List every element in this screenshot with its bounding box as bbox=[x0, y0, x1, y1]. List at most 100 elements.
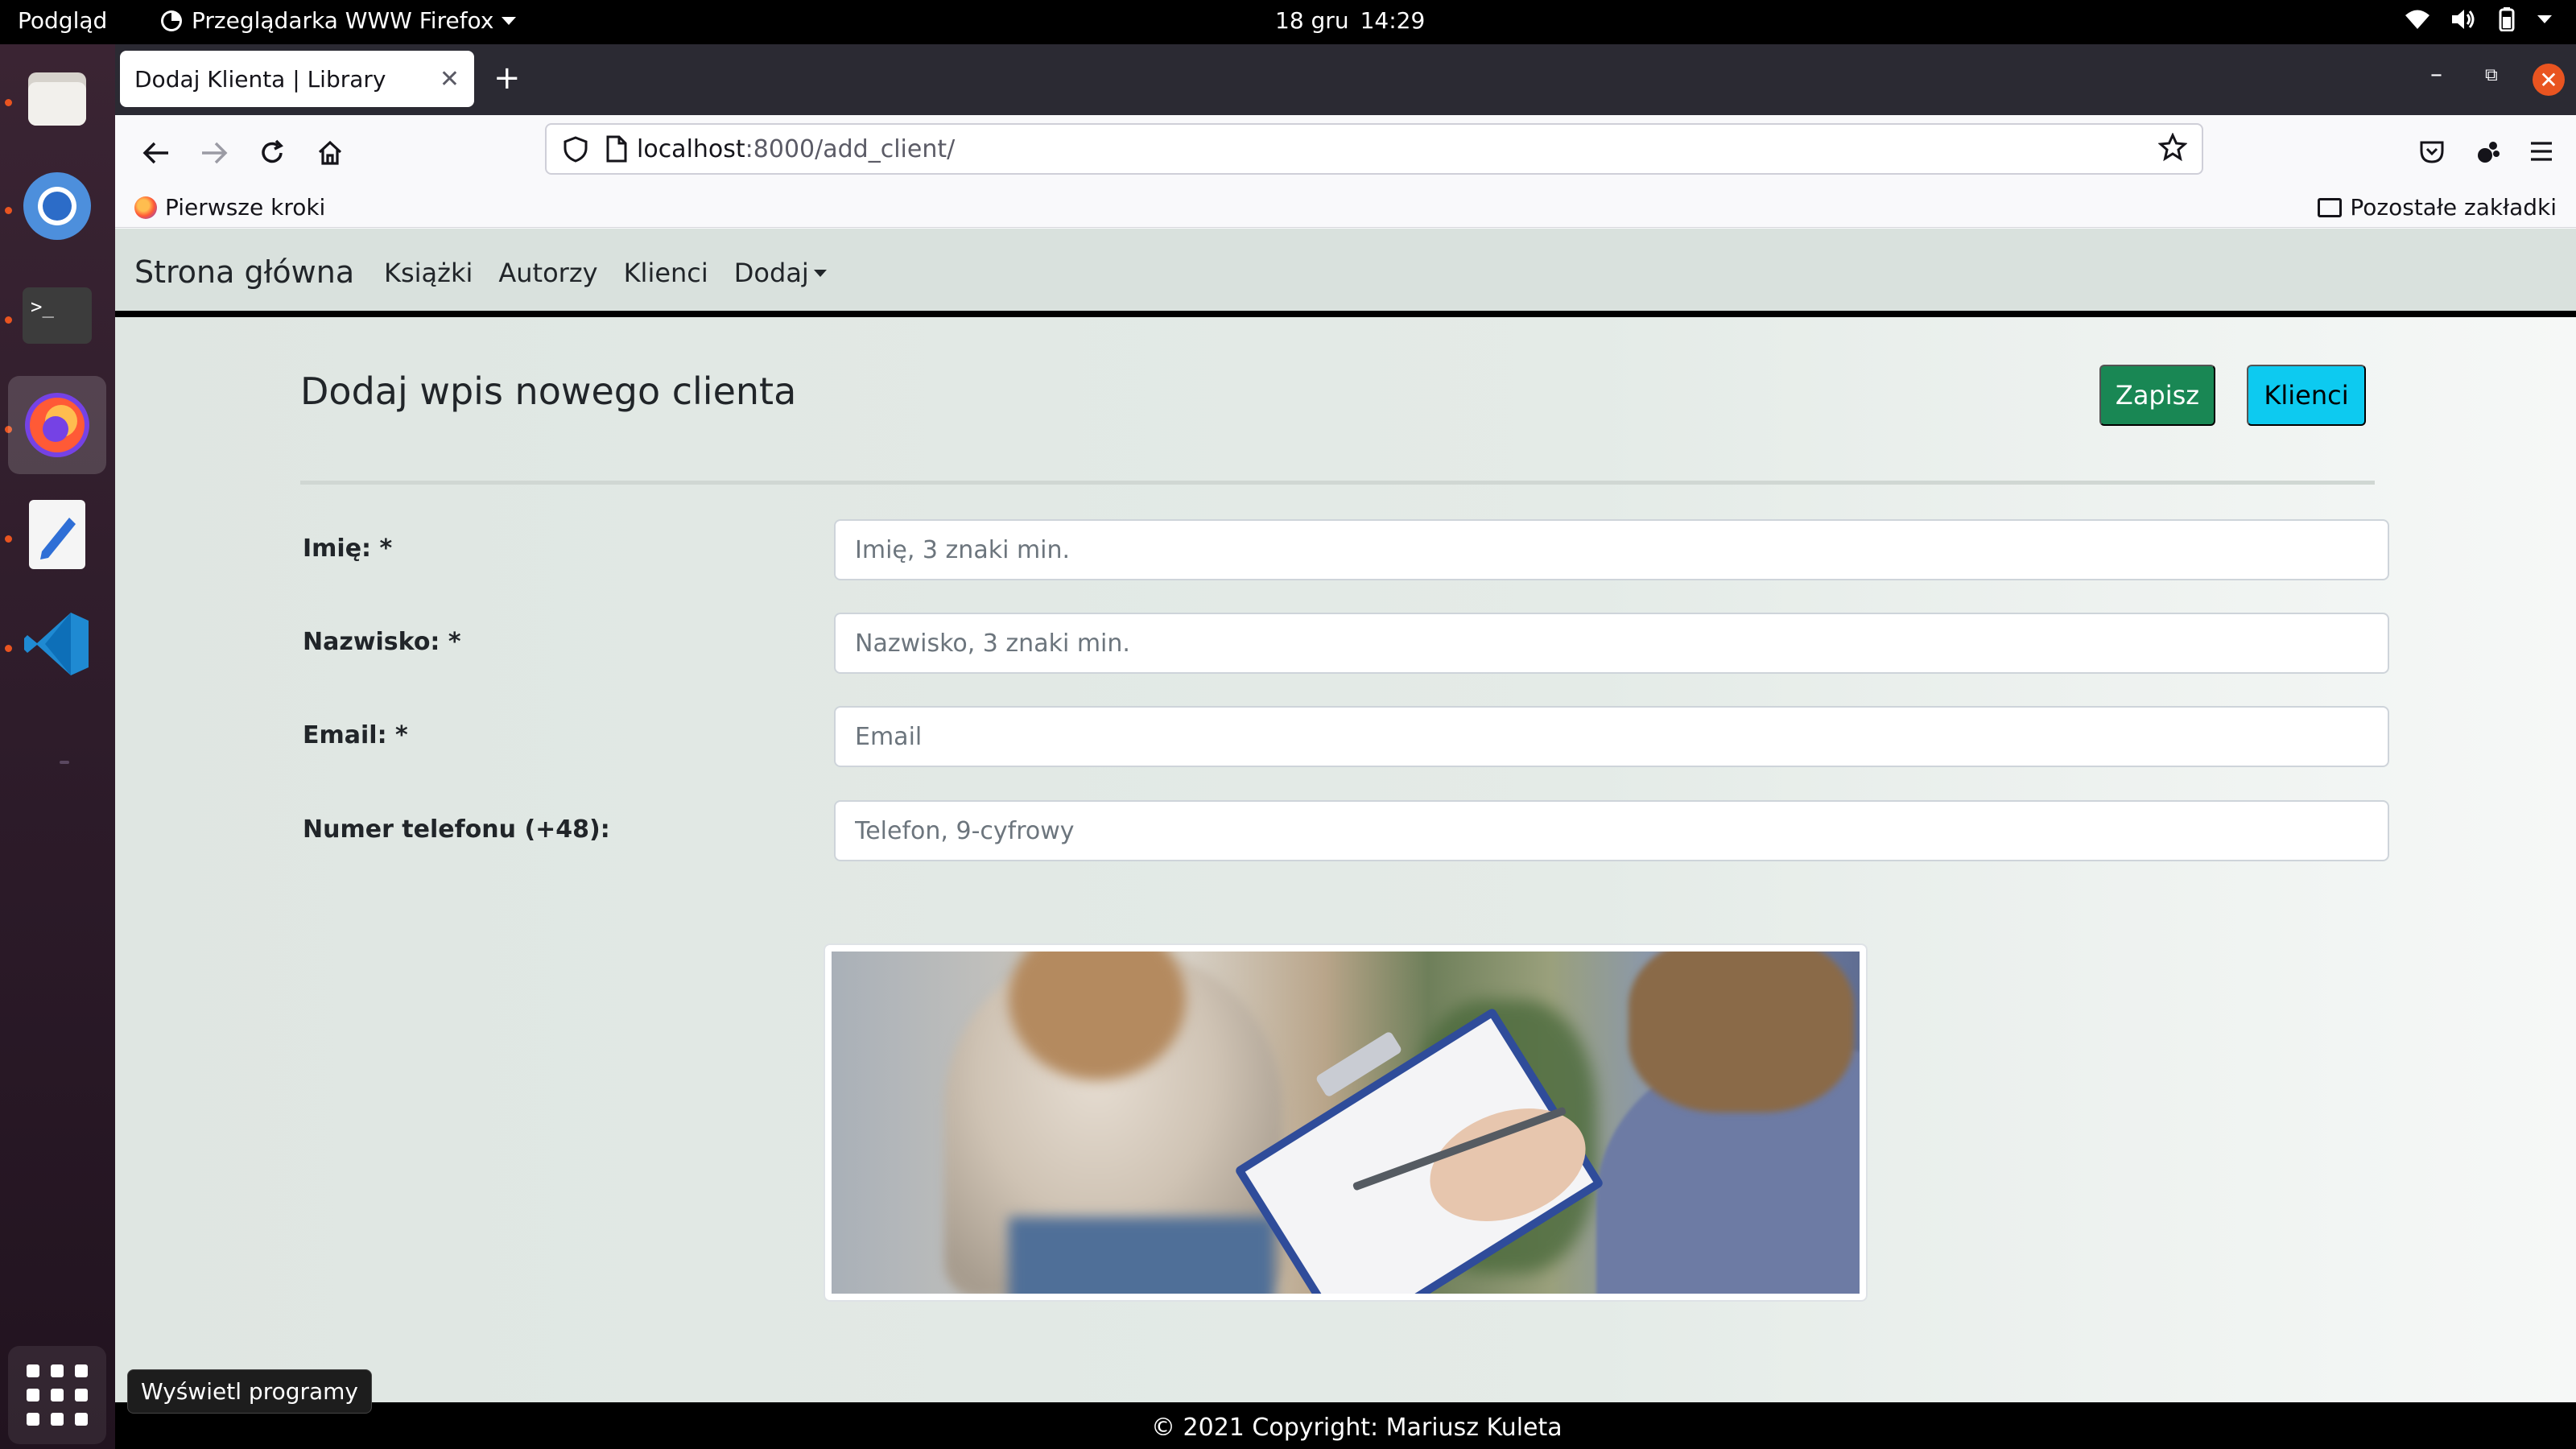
tab-active[interactable]: Dodaj Klienta | Library ✕ bbox=[120, 51, 474, 107]
browser-toolbar: localhost:8000/add_client/ bbox=[115, 115, 2576, 189]
folder-icon bbox=[2318, 197, 2343, 217]
chevron-down-icon bbox=[502, 16, 517, 25]
chevron-down-icon bbox=[813, 269, 827, 277]
tab-title: Dodaj Klienta | Library bbox=[134, 65, 386, 93]
forward-button[interactable] bbox=[196, 134, 233, 171]
grid-dot bbox=[27, 1389, 39, 1402]
back-button[interactable] bbox=[138, 134, 175, 171]
dock: >_ bbox=[0, 44, 115, 1449]
text-editor-icon bbox=[29, 500, 85, 569]
first-name-label: Imię: * bbox=[303, 535, 393, 563]
chevron-down-icon bbox=[2537, 15, 2552, 23]
maximize-button[interactable]: ⧉ bbox=[2485, 65, 2498, 85]
chromium-icon bbox=[23, 172, 91, 240]
phone-input[interactable] bbox=[834, 800, 2389, 861]
save-button[interactable]: Zapisz bbox=[2099, 365, 2215, 426]
grid-dot bbox=[75, 1413, 88, 1426]
volume-icon bbox=[2452, 10, 2475, 29]
terminal-icon: >_ bbox=[23, 287, 92, 344]
grid-dot bbox=[75, 1364, 88, 1377]
clock-date: 18 gru bbox=[1275, 7, 1349, 34]
firefox-icon bbox=[25, 393, 89, 457]
close-tab-icon[interactable]: ✕ bbox=[440, 65, 460, 93]
home-icon bbox=[318, 140, 342, 165]
url-path: :8000/add_client/ bbox=[745, 134, 956, 163]
show-apps-button[interactable] bbox=[8, 1346, 106, 1444]
grid-dot bbox=[27, 1413, 39, 1426]
site-navbar: Strona główna Książki Autorzy Klienci Do… bbox=[115, 229, 2576, 317]
bookmark-label: Pozostałe zakładki bbox=[2350, 194, 2557, 221]
bookmark-first-steps[interactable]: Pierwsze kroki bbox=[134, 194, 325, 221]
grid-dot bbox=[51, 1364, 64, 1377]
tab-strip: Dodaj Klienta | Library ✕ + – ⧉ ✕ bbox=[115, 44, 2576, 115]
shield-icon[interactable] bbox=[559, 135, 592, 163]
dock-vscode[interactable] bbox=[8, 595, 106, 693]
home-button[interactable] bbox=[312, 134, 349, 171]
nav-authors[interactable]: Autorzy bbox=[498, 258, 597, 288]
client-consultation-photo bbox=[832, 952, 1860, 1294]
dock-firefox[interactable] bbox=[8, 376, 106, 474]
nav-add-label: Dodaj bbox=[733, 258, 809, 288]
photo-hair-foreground bbox=[1629, 952, 1854, 1113]
dock-chromium[interactable] bbox=[8, 157, 106, 255]
pocket-icon[interactable] bbox=[2419, 139, 2445, 165]
new-tab-button[interactable]: + bbox=[493, 59, 521, 97]
extension-icon[interactable] bbox=[2475, 139, 2501, 165]
firefox-window: Dodaj Klienta | Library ✕ + – ⧉ ✕ localh… bbox=[115, 44, 2576, 1449]
header-divider bbox=[300, 481, 2375, 485]
show-apps-tooltip: Wyświetl programy bbox=[127, 1369, 373, 1414]
bookmark-label: Pierwsze kroki bbox=[165, 194, 326, 221]
nav-clients[interactable]: Klienci bbox=[624, 258, 708, 288]
firefox-small-icon bbox=[161, 10, 182, 31]
dock-separator bbox=[60, 761, 69, 764]
nav-books[interactable]: Książki bbox=[384, 258, 473, 288]
svg-text:>_: >_ bbox=[31, 295, 54, 318]
grid-dot bbox=[27, 1364, 39, 1377]
form-title: Dodaj wpis nowego clienta bbox=[300, 369, 797, 413]
app-menu-label: Przeglądarka WWW Firefox bbox=[192, 7, 494, 34]
url-bar[interactable]: localhost:8000/add_client/ bbox=[545, 123, 2203, 175]
reload-button[interactable] bbox=[254, 134, 291, 171]
vscode-icon bbox=[24, 613, 89, 675]
first-name-input[interactable] bbox=[834, 519, 2389, 580]
hamburger-menu-icon[interactable] bbox=[2529, 139, 2554, 163]
clients-button[interactable]: Klienci bbox=[2247, 365, 2366, 426]
footer-copyright: © 2021 Copyright: Mariusz Kuleta bbox=[1151, 1414, 1563, 1442]
system-tray[interactable] bbox=[2404, 7, 2552, 31]
last-name-label: Nazwisko: * bbox=[303, 628, 461, 656]
activities-button[interactable]: Podgląd bbox=[18, 7, 107, 34]
bookmarks-bar: Pierwsze kroki Pozostałe zakładki bbox=[115, 189, 2576, 228]
app-menu[interactable]: Przeglądarka WWW Firefox bbox=[159, 7, 517, 34]
dock-terminal[interactable]: >_ bbox=[8, 266, 106, 365]
grid-dot bbox=[75, 1389, 88, 1402]
nav-add-dropdown[interactable]: Dodaj bbox=[734, 258, 827, 288]
email-label: Email: * bbox=[303, 721, 408, 749]
grid-dot bbox=[51, 1389, 64, 1402]
reload-icon bbox=[262, 139, 283, 163]
close-window-button[interactable]: ✕ bbox=[2533, 64, 2565, 96]
arrow-right-icon bbox=[202, 142, 228, 164]
site-brand-link[interactable]: Strona główna bbox=[134, 254, 354, 290]
system-top-bar: Podgląd Przeglądarka WWW Firefox 18 gru 1… bbox=[0, 0, 2576, 44]
battery-icon bbox=[2499, 7, 2515, 31]
firefox-favicon-icon bbox=[134, 196, 157, 219]
dock-text-editor[interactable] bbox=[8, 485, 106, 584]
arrow-left-icon bbox=[142, 142, 168, 164]
bookmark-other[interactable]: Pozostałe zakładki bbox=[2318, 194, 2557, 221]
last-name-input[interactable] bbox=[834, 613, 2389, 674]
minimize-button[interactable]: – bbox=[2430, 60, 2442, 89]
wifi-icon bbox=[2405, 10, 2429, 29]
site-footer: © 2021 Copyright: Mariusz Kuleta bbox=[115, 1402, 2576, 1449]
email-input[interactable] bbox=[834, 706, 2389, 767]
phone-label: Numer telefonu (+48): bbox=[303, 815, 610, 844]
dock-files[interactable] bbox=[8, 49, 106, 147]
bookmark-star-icon[interactable] bbox=[2158, 133, 2187, 162]
page-icon[interactable] bbox=[600, 135, 632, 163]
site-nav-links: Książki Autorzy Klienci Dodaj bbox=[384, 258, 827, 288]
page-content: Strona główna Książki Autorzy Klienci Do… bbox=[115, 229, 2576, 1449]
clock[interactable]: 18 gru 14:29 bbox=[1275, 7, 1425, 34]
clock-time: 14:29 bbox=[1360, 7, 1426, 34]
url-host: localhost bbox=[637, 134, 745, 163]
files-icon bbox=[28, 72, 86, 126]
grid-dot bbox=[51, 1413, 64, 1426]
